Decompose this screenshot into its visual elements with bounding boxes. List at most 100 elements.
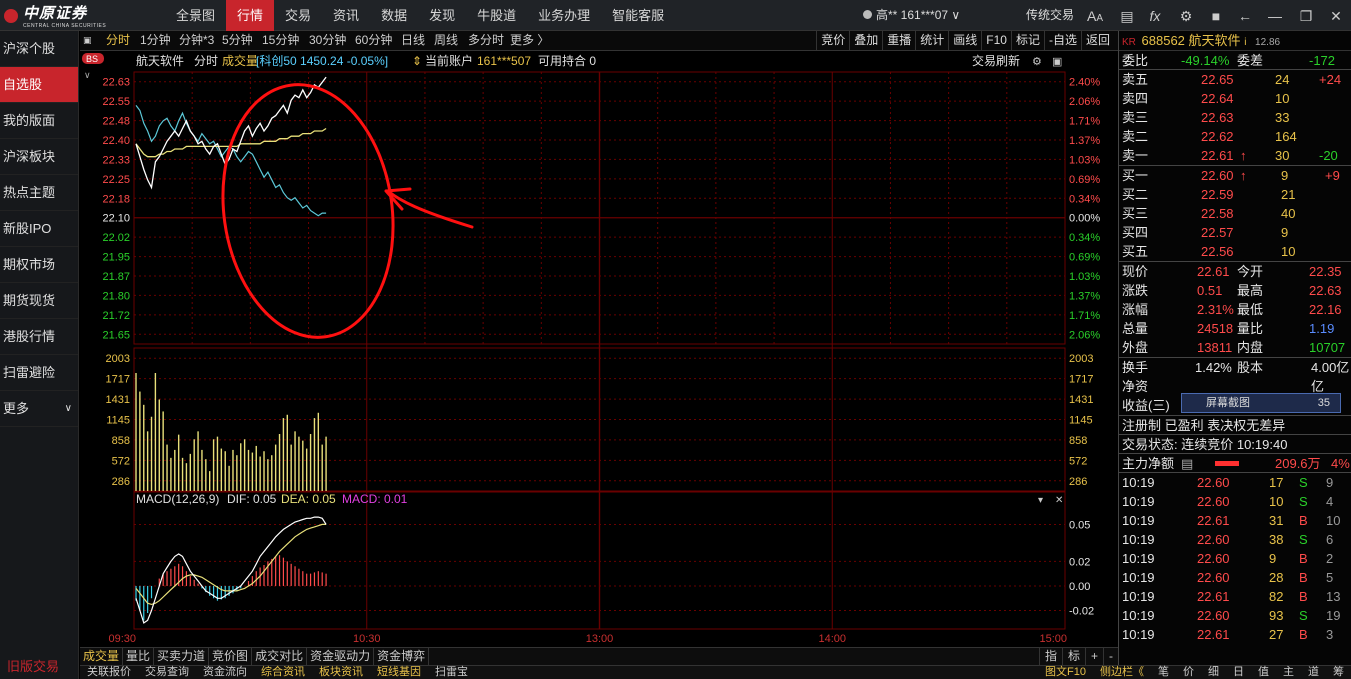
account-number: 161***507 (477, 54, 531, 68)
expand-icon[interactable]: ▣ (1052, 56, 1062, 68)
period-60min[interactable]: 60分钟 (355, 31, 392, 50)
close-icon[interactable]: ✕ (1327, 7, 1345, 25)
settings-icon[interactable]: ⚙ (1032, 56, 1042, 68)
settings-icon[interactable]: ⚙ (1177, 7, 1195, 25)
nav-trade[interactable]: 交易 (274, 0, 322, 31)
tab-volume-ratio[interactable]: 量比 (123, 648, 155, 665)
risk-scan-link[interactable]: 扫雷宝 (428, 666, 475, 679)
tab-value[interactable]: 值 (1251, 666, 1276, 679)
nav-quotes[interactable]: 行情 (226, 0, 275, 31)
tab-detail[interactable]: 细 (1201, 666, 1226, 679)
order-price: 22.61 (1201, 148, 1234, 163)
indicator-biao-button[interactable]: 标 (1061, 648, 1085, 665)
stat-label: 最高 (1237, 283, 1264, 298)
remove-watchlist-button[interactable]: -自选 (1043, 31, 1081, 51)
tick-volume: 28 (1269, 570, 1284, 585)
sidebar-item-hk-stocks[interactable]: 港股行情 (0, 319, 78, 355)
period-1min[interactable]: 1分钟 (140, 31, 171, 50)
tab-volume-compare[interactable]: 成交对比 (252, 648, 308, 665)
nav-data[interactable]: 数据 (370, 0, 418, 31)
nav-discover[interactable]: 发现 (418, 0, 466, 31)
sidebar-item-sectors[interactable]: 沪深板块 (0, 139, 78, 175)
trade-refresh-button[interactable]: 交易刷新 (972, 53, 1020, 68)
f10-button[interactable]: F10 (981, 31, 1011, 51)
user-account-menu[interactable]: 高** 161***07 ∨ (863, 0, 960, 31)
chevron-down-icon[interactable]: ∨ (84, 70, 91, 80)
tick-side: B (1299, 513, 1308, 528)
f10-graphic-link[interactable]: 图文F10 (1038, 666, 1093, 679)
general-news-link[interactable]: 综合资讯 (254, 666, 312, 679)
tab-fund-game[interactable]: 资金博弈 (374, 648, 430, 665)
sidebar-item-more[interactable]: 更多 ∨ (0, 391, 78, 427)
stock-code: 688562 (1141, 33, 1185, 48)
period-multi-intraday[interactable]: 多分时 (468, 31, 504, 50)
nav-service[interactable]: 智能客服 (601, 0, 675, 31)
period-more[interactable]: 更多 〉 (510, 31, 549, 50)
remove-indicator-button[interactable]: - (1103, 648, 1118, 665)
indicator-zhi-button[interactable]: 指 (1038, 648, 1062, 665)
period-30min[interactable]: 30分钟 (309, 31, 346, 50)
period-weekly[interactable]: 周线 (434, 31, 458, 50)
tab-fund-drive[interactable]: 资金驱动力 (307, 648, 375, 665)
auction-button[interactable]: 竞价 (816, 31, 849, 51)
tick-time: 10:19 (1122, 475, 1155, 490)
sidebar-item-hot-topics[interactable]: 热点主题 (0, 175, 78, 211)
layout-icon[interactable]: ▤ (1118, 7, 1136, 25)
tab-price[interactable]: 价 (1176, 666, 1201, 679)
sidebar-toggle-link[interactable]: 侧边栏《 (1093, 666, 1151, 679)
short-term-gene-link[interactable]: 短线基因 (370, 666, 428, 679)
intraday-chart[interactable]: BS ∨ 航天软件 分时 成交量 [科创50 1450.24 -0.05%] ⇕… (80, 51, 1118, 647)
nav-business[interactable]: 业务办理 (527, 0, 601, 31)
skin-icon[interactable]: ■ (1207, 7, 1225, 25)
nav-bull-path[interactable]: 牛股道 (466, 0, 527, 31)
trade-query-link[interactable]: 交易查询 (138, 666, 196, 679)
detail-icon[interactable]: ▤ (1181, 454, 1193, 473)
replay-button[interactable]: 重播 (882, 31, 915, 51)
tab-road[interactable]: 道 (1301, 666, 1326, 679)
tab-daily[interactable]: 日 (1226, 666, 1251, 679)
period-intraday[interactable]: 分时 (106, 31, 130, 50)
info-icon[interactable]: i (1244, 37, 1246, 48)
tab-chips[interactable]: 筹 (1326, 666, 1351, 679)
old-version-trade-link[interactable]: 旧版交易 (7, 656, 59, 675)
sidebar-item-shsz-stocks[interactable]: 沪深个股 (0, 31, 78, 67)
mark-button[interactable]: 标记 (1010, 31, 1044, 51)
tab-ticks[interactable]: 笔 (1151, 666, 1176, 679)
trade-mode-button[interactable]: 传统交易 (1026, 0, 1074, 31)
minimize-icon[interactable]: — (1266, 7, 1284, 25)
back-icon[interactable]: ← (1236, 7, 1254, 25)
sidebar-item-futures[interactable]: 期货现货 (0, 283, 78, 319)
order-level-label: 买三 (1122, 206, 1149, 221)
period-daily[interactable]: 日线 (401, 31, 425, 50)
nav-overview[interactable]: 全景图 (165, 0, 226, 31)
sidebar-item-options[interactable]: 期权市场 (0, 247, 78, 283)
related-quotes-link[interactable]: 关联报价 (80, 666, 138, 679)
tick-list[interactable]: 10:19 22.60 17 S 9 10:19 22.60 10 S 4 10:19 22.61 31… (1119, 473, 1351, 644)
nav-news[interactable]: 资讯 (322, 0, 370, 31)
sidebar-item-watchlist[interactable]: 自选股 (0, 67, 78, 103)
draw-line-button[interactable]: 画线 (948, 31, 981, 51)
period-5min[interactable]: 5分钟 (222, 31, 253, 50)
fund-flow-link[interactable]: 资金流向 (196, 666, 254, 679)
statistics-button[interactable]: 统计 (915, 31, 948, 51)
period-3min[interactable]: 分钟*3 (179, 31, 214, 50)
tab-buy-sell-force[interactable]: 买卖力道 (154, 648, 210, 665)
sector-news-link[interactable]: 板块资讯 (312, 666, 370, 679)
tab-main[interactable]: 主 (1276, 666, 1301, 679)
add-indicator-button[interactable]: + (1084, 648, 1103, 665)
sidebar-item-ipo[interactable]: 新股IPO (0, 211, 78, 247)
tab-auction-chart[interactable]: 竞价图 (209, 648, 253, 665)
return-button[interactable]: 返回 (1080, 31, 1114, 51)
restore-icon[interactable]: ❐ (1297, 7, 1315, 25)
formula-icon[interactable]: fx (1146, 7, 1164, 25)
sidebar-item-my-layout[interactable]: 我的版面 (0, 103, 78, 139)
tab-volume[interactable]: 成交量 (80, 648, 124, 665)
font-size-icon[interactable]: AA (1086, 7, 1104, 25)
sidebar-item-risk-scan[interactable]: 扫雷避险 (0, 355, 78, 391)
macd-dropdown-icon[interactable]: ▾ (1038, 495, 1043, 506)
period-15min[interactable]: 15分钟 (262, 31, 299, 50)
tick-price: 22.61 (1197, 589, 1230, 604)
overlay-button[interactable]: 叠加 (849, 31, 882, 51)
macd-close-icon[interactable]: ✕ (1055, 495, 1063, 506)
toolbar-toggle-icon[interactable]: ▣ (83, 31, 92, 50)
